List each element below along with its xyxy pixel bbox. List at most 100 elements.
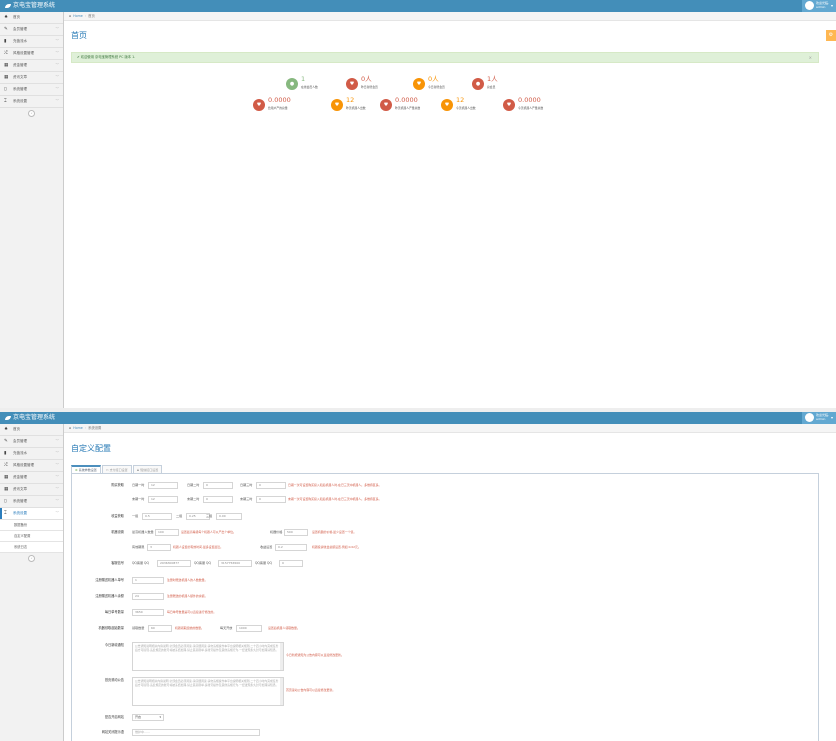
app-brand[interactable]: 京电宝管理系统: [5, 2, 55, 10]
textarea-scrollbar[interactable]: [280, 678, 283, 705]
today-notice-textarea[interactable]: 公告通知说明相关内容说明,全部会员必须阅读,请仔细阅读,请勿违规操作本平台说明相…: [132, 642, 284, 671]
user-icon: ♟: [136, 468, 140, 472]
field-label: 三级: [206, 514, 213, 518]
max-robots-hint: 设置最高等级每个机器人可以产出个单位。: [181, 530, 236, 534]
validity-hint: 机器人设置的有效时间,最多设置最近。: [173, 545, 224, 549]
row-label: 机器设置: [111, 530, 124, 534]
sidebar-item-label: 首页: [13, 427, 20, 431]
sidebar-item[interactable]: ⤮ 风格设置管理 ﹀: [0, 460, 63, 472]
sidebar-item[interactable]: ⌶ 系统设置 ﹀: [0, 96, 63, 108]
sidebar-subitem[interactable]: 自定义配置: [0, 531, 63, 542]
leaf-icon: [5, 3, 11, 8]
today-notice-hint: 今日新增通知为公告内容可以直接修改更新。: [286, 653, 344, 657]
sidebar-item[interactable]: ▮ 充值流水 ﹀: [0, 448, 63, 460]
row-label: 每日单号数量: [104, 610, 124, 614]
sidebar-item[interactable]: ✎ 会员管理 ﹀: [0, 436, 63, 448]
user-menu[interactable]: 欢迎光临, admin ▾: [802, 412, 836, 424]
sidebar-item[interactable]: ⌶ 系统设置 ﹀: [0, 508, 63, 520]
sidebar-item[interactable]: ▦ 资金管理 ﹀: [0, 472, 63, 484]
daily-open-hint: 设置后机器人领取数量。: [268, 626, 300, 630]
textarea-scrollbar[interactable]: [280, 643, 283, 670]
qq-service3-input[interactable]: 0: [279, 560, 303, 567]
purchase-day1-input[interactable]: 12: [148, 482, 178, 489]
field-label: 领取数量: [132, 626, 145, 630]
chevron-down-icon: ﹀: [55, 39, 60, 43]
end-day1-input[interactable]: 12: [148, 496, 178, 503]
avatar: [805, 413, 814, 422]
stat-value: 12: [346, 96, 355, 104]
stat-value: 1: [301, 75, 306, 83]
avatar: [805, 1, 814, 10]
calendar-icon: ▦: [4, 487, 9, 492]
sidebar-item[interactable]: ▦ 资讯文章 ﹀: [0, 484, 63, 496]
sidebar-item-label: 充值流水: [13, 451, 27, 455]
sidebar-item[interactable]: ▦ 资讯文章 ﹀: [0, 72, 63, 84]
page-title: 首页: [71, 31, 87, 40]
heart-icon: ♥: [413, 78, 425, 90]
page-title: 自定义配置: [71, 444, 111, 453]
caret-down-icon: ▾: [830, 415, 833, 420]
sidebar-item-label: 会员管理: [13, 439, 27, 443]
site-open-select[interactable]: 开启 ▾: [132, 714, 164, 721]
home-icon: ⌂: [69, 14, 72, 18]
stat-card: ♥ 0.0000 给用户产的总量: [253, 97, 311, 114]
end-day3-input[interactable]: 0: [256, 496, 286, 503]
random-icon: ⤮: [4, 51, 8, 56]
sidebar-collapse-toggle[interactable]: «: [0, 108, 63, 118]
register-balance-input[interactable]: 24: [132, 593, 164, 600]
sidebar-item[interactable]: ▮ 充值流水 ﹀: [0, 36, 63, 48]
income-level1-input[interactable]: 0.5: [142, 513, 172, 520]
qq-service2-input[interactable]: 3157756500: [218, 560, 252, 567]
book-icon: ▮: [4, 39, 7, 44]
field-label: 收益设置: [260, 545, 273, 549]
sidebar-item[interactable]: ♠ 首页: [0, 424, 63, 436]
stat-card: ● 1人 总会员: [472, 76, 530, 93]
field-label: 日期一时: [132, 483, 145, 487]
purchase-day2-input[interactable]: 0: [203, 482, 233, 489]
sidebar-item-label: 会员管理: [13, 27, 27, 31]
sidebar-item[interactable]: ⤮ 风格设置管理 ﹀: [0, 48, 63, 60]
machine-price-input[interactable]: 500: [284, 529, 308, 536]
breadcrumb-home[interactable]: Home: [73, 14, 83, 18]
sidebar-collapse-toggle[interactable]: «: [0, 553, 63, 563]
sidebar-item[interactable]: ▯ 系统管理 ﹀: [0, 496, 63, 508]
close-icon[interactable]: ×: [809, 53, 812, 62]
sidebar-item[interactable]: ✎ 会员管理 ﹀: [0, 24, 63, 36]
register-robots-input[interactable]: 1: [132, 577, 164, 584]
sidebar-item[interactable]: ▯ 系统管理 ﹀: [0, 84, 63, 96]
gear-icon: ⚙: [828, 32, 834, 38]
sidebar-item[interactable]: ▦ 资金管理 ﹀: [0, 60, 63, 72]
app-brand[interactable]: 京电宝管理系统: [5, 414, 55, 422]
stat-value: 0人: [361, 75, 372, 83]
income-setting-input[interactable]: 0.2: [275, 544, 307, 551]
welcome-alert: ✔ 欢迎使用 京电宝管理系统 PC 版本 1. ×: [71, 52, 819, 63]
claim-count-input[interactable]: 60: [148, 625, 172, 632]
user-menu[interactable]: 欢迎光临, admin ▾: [802, 0, 836, 12]
daily-count-hint: 每日单号数量是可以直接进行修改的。: [167, 610, 217, 614]
stat-card: ♥ 0.0000 今天机器人产量总数: [503, 97, 561, 114]
qq-service1-input[interactable]: 2936300877: [157, 560, 191, 567]
validity-input[interactable]: 3: [147, 544, 171, 551]
close-message-input[interactable]: 维护中……: [132, 729, 260, 736]
income-level3-input[interactable]: 0.00: [216, 513, 242, 520]
settings-gear-button[interactable]: ⚙: [826, 30, 836, 41]
register-balance-hint: 注册赠送的机器人额外的余额。: [167, 594, 208, 598]
sidebar-item[interactable]: ♠ 首页: [0, 12, 63, 24]
purchase-day3-input[interactable]: 0: [256, 482, 286, 489]
daily-count-input[interactable]: 3650: [132, 609, 164, 616]
stat-value: 0人: [428, 75, 439, 83]
tools-icon: ⌶: [4, 511, 7, 516]
stat-label: 今天机器人产量总数: [518, 106, 544, 110]
sidebar-subitem[interactable]: 数据备份: [0, 520, 63, 531]
scroll-notice-textarea[interactable]: 公告通知说明相关内容说明,全部会员必须阅读,请仔细阅读,请勿违规操作本平台说明相…: [132, 677, 284, 706]
end-day2-input[interactable]: 0: [203, 496, 233, 503]
random-icon: ⤮: [4, 463, 8, 468]
stat-label: 给用户产的总量: [268, 106, 288, 110]
daily-open-input[interactable]: 1000: [236, 625, 262, 632]
breadcrumb-home[interactable]: Home: [73, 426, 83, 430]
chevron-down-icon: ﹀: [55, 75, 60, 79]
row-label: 注册赠送机器人单号: [95, 578, 124, 582]
heart-icon: ♥: [253, 99, 265, 111]
max-robots-input[interactable]: 100: [155, 529, 179, 536]
sidebar-subitem[interactable]: 系统日志: [0, 542, 63, 553]
